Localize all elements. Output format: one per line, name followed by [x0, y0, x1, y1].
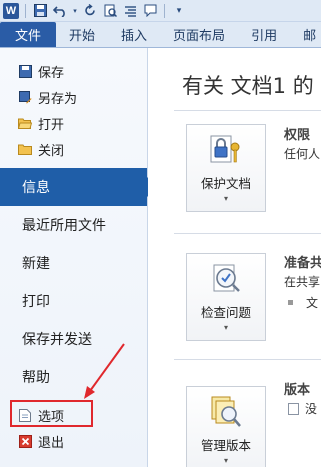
inspect-document-icon	[209, 262, 243, 296]
toolbar-divider	[25, 3, 26, 18]
manage-versions-label: 管理版本	[200, 438, 251, 453]
permissions-heading: 权限	[284, 128, 311, 143]
ribbon-tabs: 文件 开始 插入 页面布局 引用 邮	[0, 22, 321, 48]
redo-icon[interactable]	[82, 3, 98, 19]
prepare-share-heading: 准备共	[284, 256, 321, 271]
tab-mailings[interactable]: 邮	[290, 22, 321, 47]
versions-icon	[209, 395, 243, 429]
chevron-down-icon: ▾	[223, 456, 228, 465]
permissions-text: 任何人	[284, 147, 321, 161]
chevron-down-icon: ▾	[223, 194, 228, 203]
quick-access-toolbar: W ▾ ▾	[0, 0, 321, 22]
nav-info[interactable]: 信息	[0, 168, 157, 206]
versions-text-label: 没	[305, 402, 318, 416]
save-as-icon	[18, 90, 32, 104]
divider	[174, 233, 321, 234]
nav-close-label: 关闭	[38, 143, 65, 159]
protect-document-label: 保护文档	[200, 176, 251, 191]
undo-icon[interactable]	[52, 3, 68, 19]
versions-heading: 版本	[284, 383, 311, 398]
nav-exit[interactable]: 退出	[0, 428, 147, 454]
save-icon[interactable]	[32, 3, 48, 19]
options-highlight-box	[10, 400, 93, 427]
document-icon	[288, 403, 299, 415]
word-logo-letter: W	[5, 4, 17, 17]
open-folder-icon	[18, 116, 32, 130]
close-folder-icon	[18, 142, 32, 156]
comment-icon[interactable]	[142, 3, 158, 19]
nav-open-label: 打开	[38, 117, 65, 133]
nav-new[interactable]: 新建	[0, 244, 147, 282]
tab-page-layout[interactable]: 页面布局	[160, 22, 238, 47]
exit-icon	[18, 434, 32, 448]
prepare-share-text: 在共享	[284, 275, 321, 289]
divider	[174, 110, 321, 111]
chevron-down-icon: ▾	[223, 323, 228, 332]
page-title: 有关 文档1 的	[182, 74, 314, 98]
versions-text: 没	[288, 400, 317, 417]
prepare-share-bullet-text: 文	[306, 296, 319, 310]
tab-insert[interactable]: 插入	[108, 22, 160, 47]
protect-document-button[interactable]: 保护文档 ▾	[186, 124, 266, 212]
word-logo-icon[interactable]: W	[3, 2, 19, 19]
nav-help[interactable]: 帮助	[0, 358, 147, 396]
nav-save-label: 保存	[38, 65, 65, 81]
nav-save-send[interactable]: 保存并发送	[0, 320, 147, 358]
divider	[174, 359, 321, 360]
nav-save[interactable]: 保存	[0, 58, 147, 84]
check-for-issues-label: 检查问题	[200, 305, 251, 320]
tab-references[interactable]: 引用	[238, 22, 290, 47]
nav-save-as-label: 另存为	[38, 91, 78, 107]
save-icon	[18, 64, 32, 78]
nav-exit-label: 退出	[38, 435, 65, 451]
nav-recent[interactable]: 最近所用文件	[0, 206, 147, 244]
nav-close[interactable]: 关闭	[0, 136, 147, 162]
nav-open[interactable]: 打开	[0, 110, 147, 136]
bullet-icon	[288, 300, 293, 305]
paragraph-icon[interactable]	[122, 3, 138, 19]
check-for-issues-button[interactable]: 检查问题 ▾	[186, 253, 266, 341]
manage-versions-button[interactable]: 管理版本 ▾	[186, 386, 266, 467]
tab-file[interactable]: 文件	[0, 22, 57, 47]
lock-key-icon	[209, 133, 243, 167]
nav-print[interactable]: 打印	[0, 282, 147, 320]
tab-home[interactable]: 开始	[56, 22, 108, 47]
nav-save-as[interactable]: 另存为	[0, 84, 147, 110]
customize-toolbar-icon[interactable]: ▾	[171, 3, 187, 19]
info-panel: 有关 文档1 的 保护文档 ▾ 权限 任何人 检查问题 ▾ 准备共 在共享 文 …	[148, 48, 321, 467]
toolbar-divider	[164, 3, 165, 18]
undo-dropdown-icon[interactable]: ▾	[72, 3, 78, 19]
print-preview-icon[interactable]	[102, 3, 118, 19]
